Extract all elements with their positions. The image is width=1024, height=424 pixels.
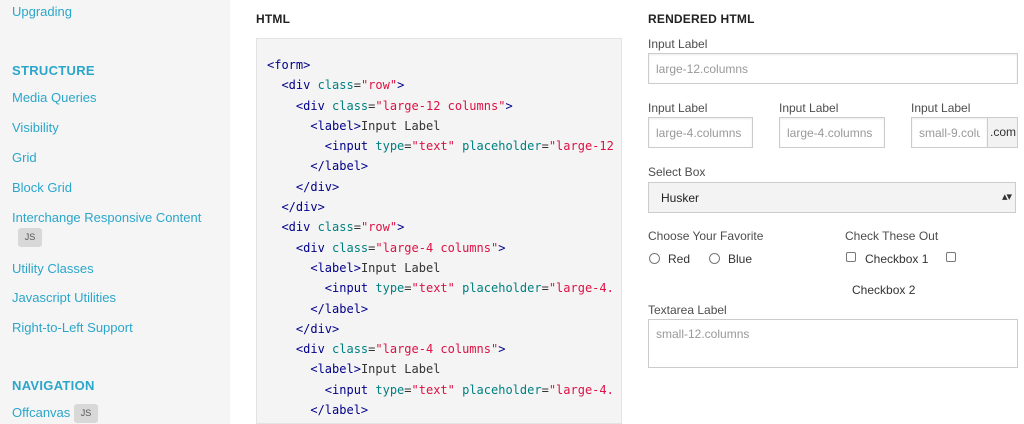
input-label: Input Label <box>779 101 839 115</box>
com-postfix: .com <box>988 117 1018 148</box>
sidebar-link-javascript-utilities[interactable]: Javascript Utilities <box>12 290 116 305</box>
large-4-input-2[interactable] <box>779 117 885 148</box>
sidebar: Upgrading STRUCTURE Media Queries Visibi… <box>0 0 230 424</box>
sidebar-link-upgrading[interactable]: Upgrading <box>12 4 72 19</box>
radio-blue-label: Blue <box>728 252 753 266</box>
js-badge: JS <box>74 404 98 423</box>
code-line: </div> <box>295 321 340 336</box>
small-9-input[interactable] <box>911 117 988 148</box>
radio-red[interactable] <box>649 253 660 264</box>
code-line: </label> <box>310 159 369 174</box>
input-label: Input Label <box>648 101 708 115</box>
radio-blue[interactable] <box>709 253 720 264</box>
js-badge: JS <box>18 228 42 247</box>
sidebar-link-interchange[interactable]: Interchange Responsive Content <box>12 210 201 225</box>
checkbox-2-label: Checkbox 2 <box>852 283 916 297</box>
code-line: <label>Input Label <box>310 118 441 133</box>
code-block: <form> <div class="row"> <div class="lar… <box>256 38 622 424</box>
large-4-input-1[interactable] <box>648 117 753 148</box>
sidebar-heading-structure: STRUCTURE <box>12 63 95 78</box>
sidebar-link-grid[interactable]: Grid <box>12 150 37 165</box>
rendered-panel-title: RENDERED HTML <box>648 12 755 26</box>
code-line: <div class="row"> <box>281 220 405 235</box>
code-line: </div> <box>281 200 325 215</box>
code-line: </label> <box>310 301 369 316</box>
sidebar-link-block-grid[interactable]: Block Grid <box>12 180 72 195</box>
code-content: <form> <div class="row"> <div class="lar… <box>267 55 614 420</box>
large-12-input[interactable] <box>648 53 1018 84</box>
code-line: <div class="large-4 columns"> <box>295 342 506 357</box>
select-box[interactable]: Husker ▴▾ <box>648 182 1016 213</box>
chevron-updown-icon: ▴▾ <box>1001 191 1012 203</box>
sidebar-link-rtl-support[interactable]: Right-to-Left Support <box>12 320 133 335</box>
code-line: <input type="text" placeholder="large-4. <box>324 382 614 397</box>
checkbox-group-label: Check These Out <box>845 229 939 243</box>
sidebar-heading-navigation: NAVIGATION <box>12 378 95 393</box>
code-line: <div class="large-4 columns"> <box>295 240 506 255</box>
code-line: <input type="text" placeholder="large-12 <box>324 139 614 154</box>
html-panel-title: HTML <box>256 12 291 26</box>
code-line: <input type="text" placeholder="large-4. <box>324 281 614 296</box>
textarea-label: Textarea Label <box>648 303 727 317</box>
input-label: Input Label <box>648 37 708 51</box>
radio-red-label: Red <box>668 252 691 266</box>
code-line: <form> <box>267 58 311 72</box>
select-label: Select Box <box>648 165 706 179</box>
checkbox-2[interactable] <box>946 252 956 262</box>
code-line: <label>Input Label <box>310 362 441 377</box>
checkbox-1[interactable] <box>846 252 856 262</box>
code-line: <div class="row"> <box>281 78 405 93</box>
sidebar-link-utility-classes[interactable]: Utility Classes <box>12 261 94 276</box>
code-line: <div class="large-12 columns"> <box>295 98 513 113</box>
input-label: Input Label <box>911 101 971 115</box>
radio-group-label: Choose Your Favorite <box>648 229 764 243</box>
sidebar-link-media-queries[interactable]: Media Queries <box>12 90 97 105</box>
textarea[interactable] <box>648 319 1018 368</box>
code-line: </div> <box>295 179 340 194</box>
sidebar-link-visibility[interactable]: Visibility <box>12 120 59 135</box>
checkbox-1-label: Checkbox 1 <box>865 252 929 266</box>
sidebar-link-offcanvas[interactable]: Offcanvas <box>12 405 70 420</box>
code-line: </label> <box>310 403 369 418</box>
select-value: Husker <box>661 191 700 205</box>
code-line: <label>Input Label <box>310 260 441 275</box>
